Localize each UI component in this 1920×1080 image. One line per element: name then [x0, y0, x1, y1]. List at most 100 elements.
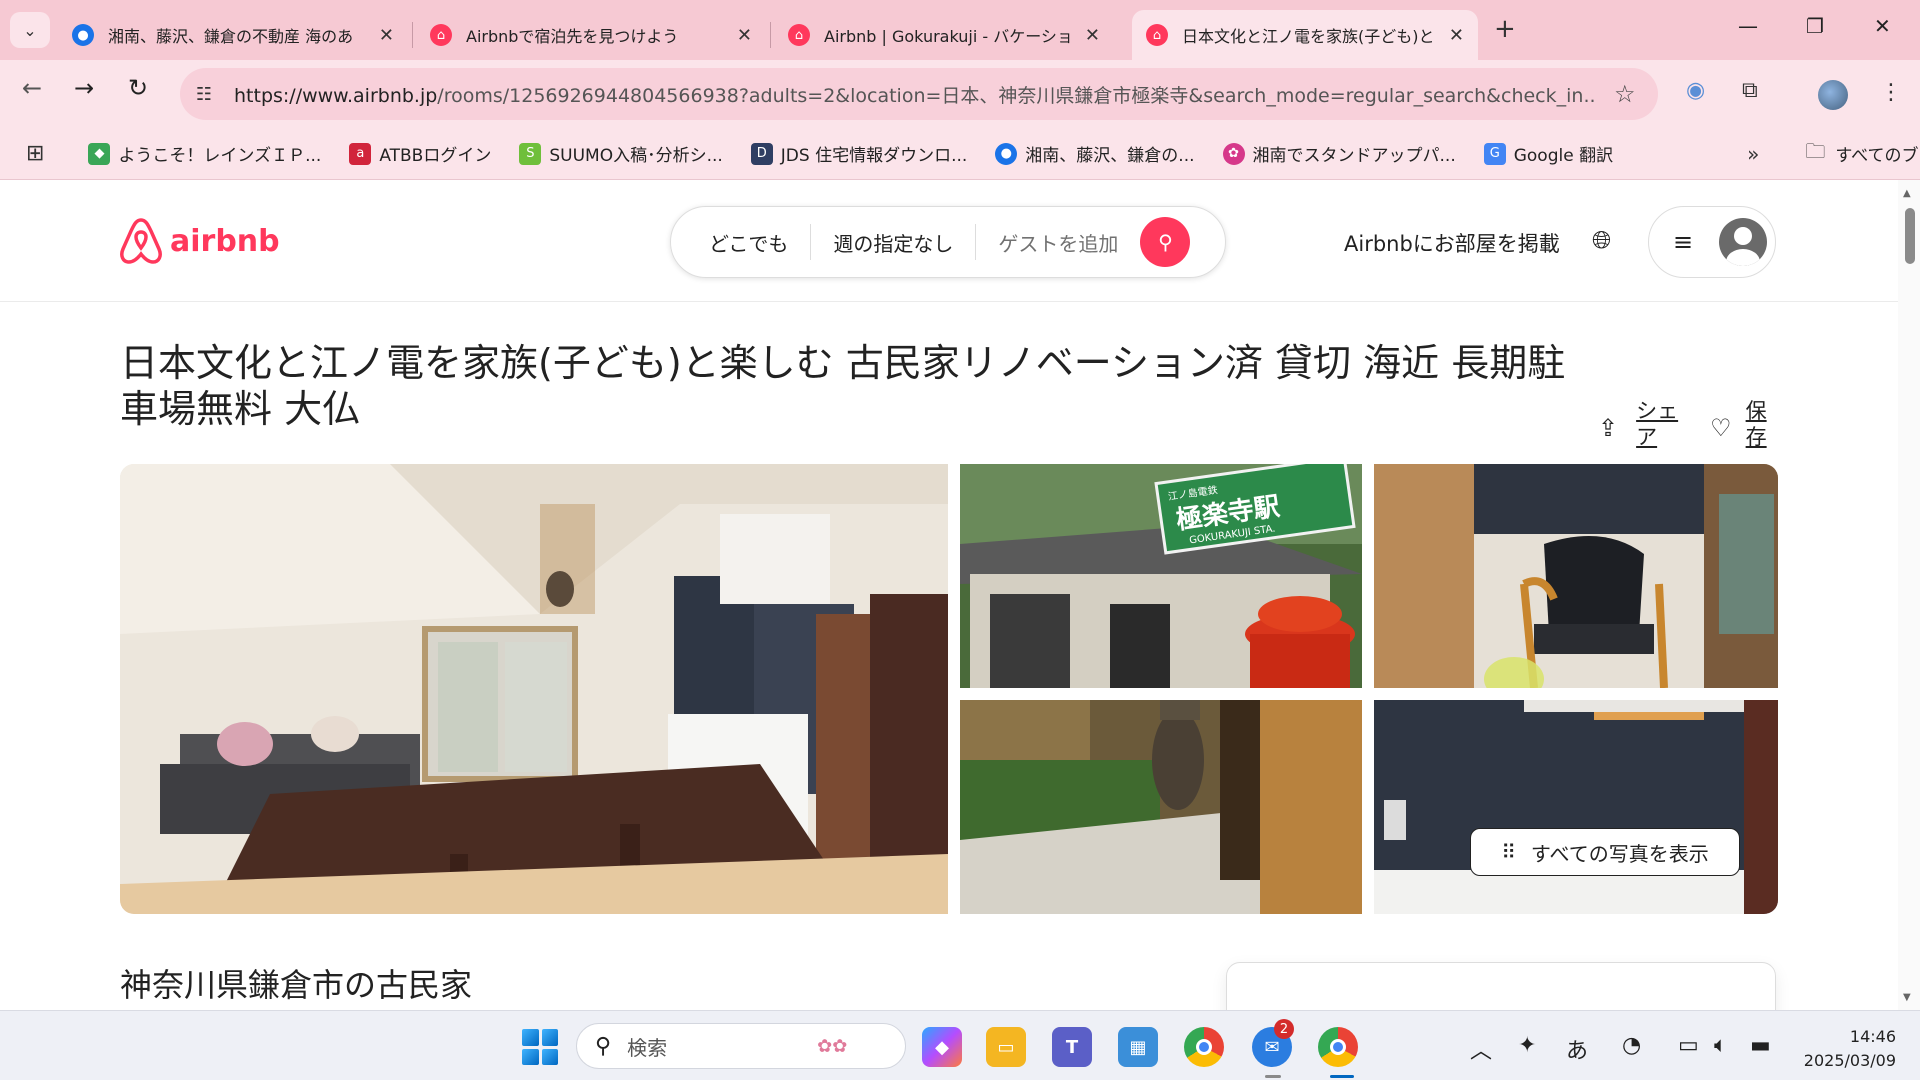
restore-icon[interactable]: ❐: [1806, 14, 1824, 38]
save-button[interactable]: ♡ 保存: [1710, 398, 1770, 450]
photo-armchair[interactable]: [1374, 464, 1778, 688]
back-icon[interactable]: ←: [22, 74, 42, 102]
folder-icon: 🗀: [1805, 138, 1826, 163]
scroll-down-icon[interactable]: ▼: [1903, 992, 1911, 1003]
new-tab-button[interactable]: +: [1494, 14, 1516, 44]
scroll-up-icon[interactable]: ▲: [1903, 188, 1911, 199]
bookmark-item[interactable]: ● 湘南、藤沢、鎌倉の...: [995, 141, 1195, 166]
browser-tab[interactable]: ⌂ Airbnbで宿泊先を見つけよう ✕: [416, 10, 766, 60]
search-bar[interactable]: どこでも 週の指定なし ゲストを追加 ⚲: [670, 206, 1226, 278]
control-panel-icon[interactable]: ▦: [1118, 1027, 1158, 1067]
site-header: airbnb どこでも 週の指定なし ゲストを追加 ⚲ Airbnbにお部屋を掲…: [0, 180, 1898, 302]
search-button[interactable]: ⚲: [1140, 217, 1191, 267]
focus-clock-icon[interactable]: ◔: [1622, 1033, 1641, 1058]
search-where[interactable]: どこでも: [671, 228, 810, 257]
tab-search-button[interactable]: ⌄: [10, 12, 50, 48]
windows-start-icon[interactable]: [522, 1029, 558, 1065]
garden-photo: [960, 700, 1362, 914]
show-all-photos-label: すべての写真を表示: [1530, 841, 1709, 866]
become-host-link[interactable]: Airbnbにお部屋を掲載: [1344, 228, 1560, 258]
forward-icon[interactable]: →: [74, 74, 94, 102]
photo-garden-path[interactable]: [960, 700, 1362, 914]
tab-divider: [770, 22, 771, 48]
chrome-icon[interactable]: [1184, 1027, 1224, 1067]
tab-title: 湘南、藤沢、鎌倉の不動産 海のあ: [108, 27, 354, 46]
close-tab-icon[interactable]: ✕: [1449, 25, 1464, 46]
booking-card: [1226, 962, 1776, 1010]
bookmark-item[interactable]: G Google 翻訳: [1483, 141, 1614, 166]
url-text[interactable]: https://www.airbnb.jp/rooms/125692694480…: [234, 81, 1594, 108]
file-explorer-icon[interactable]: ▭: [986, 1027, 1026, 1067]
chrome-menu-icon[interactable]: ⋮: [1880, 80, 1902, 105]
extensions-icon[interactable]: ⧉: [1742, 78, 1758, 103]
taskbar-search-placeholder: 検索: [627, 1035, 668, 1060]
clock-time: 14:46: [1849, 1027, 1896, 1046]
running-indicator: [1265, 1075, 1281, 1078]
copilot-icon[interactable]: ◆: [922, 1027, 962, 1067]
tab-strip: ⌄ ● 湘南、藤沢、鎌倉の不動産 海のあ ✕ ⌂ Airbnbで宿泊先を見つけよ…: [0, 0, 1920, 60]
battery-icon[interactable]: ▬: [1750, 1033, 1771, 1058]
browser-tab[interactable]: ⌂ Airbnb | Gokurakuji - バケーション ✕: [774, 10, 1114, 60]
browser-tab-active[interactable]: ⌂ 日本文化と江ノ電を家族(子ども)と ✕: [1132, 10, 1478, 60]
airbnb-favicon-icon: ⌂: [430, 24, 452, 46]
grid-dots-icon: ⠿: [1501, 840, 1517, 864]
bookmark-label: 湘南、藤沢、鎌倉の...: [1025, 146, 1195, 166]
dropbox-icon[interactable]: ✦: [1518, 1033, 1536, 1058]
bookmark-item[interactable]: a ATBBログイン: [349, 141, 491, 166]
taskbar-search[interactable]: ⚲ 検索 ✿✿: [576, 1023, 906, 1069]
network-icon[interactable]: ▭: [1678, 1033, 1699, 1058]
tab-title: Airbnbで宿泊先を見つけよう: [466, 27, 679, 46]
tray-overflow-icon[interactable]: ︿: [1470, 1033, 1492, 1065]
address-bar[interactable]: ☷ https://www.airbnb.jp/rooms/1256926944…: [180, 68, 1658, 120]
search-guests[interactable]: ゲストを追加: [976, 228, 1140, 257]
ime-indicator[interactable]: あ: [1566, 1033, 1588, 1065]
tab-divider: [412, 22, 413, 48]
user-menu-button[interactable]: ≡: [1648, 206, 1776, 278]
search-icon: ⚲: [595, 1033, 612, 1059]
search-when[interactable]: 週の指定なし: [811, 228, 975, 257]
windows-taskbar: ⚲ 検索 ✿✿ ◆ ▭ T ▦ ✉ 2 ︿ ✦ あ ◔ ▭ 🔈︎ ▬ 14:46…: [0, 1010, 1920, 1080]
more-bookmarks-icon[interactable]: »: [1747, 142, 1759, 166]
share-icon: ⇪: [1598, 414, 1619, 442]
close-tab-icon[interactable]: ✕: [737, 25, 752, 46]
bookmark-item[interactable]: ◆ ようこそ！レインズＩＰ...: [88, 141, 321, 166]
site-info-icon[interactable]: ☷: [186, 76, 222, 112]
airbnb-logo-icon: [120, 218, 162, 264]
close-window-icon[interactable]: ✕: [1874, 14, 1891, 38]
photo-kitchen[interactable]: [1374, 700, 1778, 914]
bookmark-label: ATBBログイン: [379, 146, 492, 166]
reins-icon: ◆: [88, 142, 111, 165]
language-globe-icon[interactable]: 🌐︎: [1592, 226, 1611, 254]
airbnb-logo[interactable]: airbnb: [118, 216, 280, 266]
bookmark-item[interactable]: ✿ 湘南でスタンドアップパ...: [1222, 141, 1456, 166]
reload-icon[interactable]: ↻: [128, 74, 148, 102]
system-clock[interactable]: 14:46 2025/03/09: [1798, 1025, 1896, 1073]
bookmark-item[interactable]: D JDS 住宅情報ダウンロ...: [750, 141, 968, 166]
scrollbar-thumb[interactable]: [1905, 208, 1915, 264]
apps-grid-icon[interactable]: ⊞: [26, 141, 44, 166]
photo-gokurakuji-station[interactable]: 江ノ島電鉄 極楽寺駅 GOKURAKUJI STA.: [960, 464, 1362, 688]
flower-icon: ✿: [1222, 142, 1245, 165]
chrome-profile-icon[interactable]: [1318, 1027, 1358, 1067]
close-tab-icon[interactable]: ✕: [1085, 25, 1100, 46]
airbnb-favicon-icon: ⌂: [1146, 24, 1168, 46]
notification-badge: 2: [1274, 1019, 1294, 1039]
bookmark-label: Google 翻訳: [1513, 146, 1614, 166]
show-all-photos-button[interactable]: ⠿ すべての写真を表示: [1470, 828, 1740, 876]
listing-subtitle: 神奈川県鎌倉市の古民家: [120, 966, 473, 1004]
photo-main-living-room[interactable]: [120, 464, 948, 914]
browser-tab[interactable]: ● 湘南、藤沢、鎌倉の不動産 海のあ ✕: [58, 10, 408, 60]
teams-icon[interactable]: T: [1052, 1027, 1092, 1067]
bookmark-label: JDS 住宅情報ダウンロ...: [780, 146, 968, 166]
lens-search-icon[interactable]: ◉: [1686, 78, 1705, 103]
page-scrollbar[interactable]: ▲ ▼: [1898, 180, 1920, 1010]
all-bookmarks-folder[interactable]: 🗀 すべてのブックマーク: [1805, 137, 1920, 171]
minimize-icon[interactable]: —: [1738, 14, 1758, 38]
url-host: https://www.airbnb.jp: [234, 84, 438, 107]
share-button[interactable]: ⇪ シェア: [1598, 398, 1678, 450]
volume-icon[interactable]: 🔈︎: [1714, 1033, 1727, 1058]
profile-avatar[interactable]: [1818, 80, 1848, 110]
bookmark-item[interactable]: S SUUMO入稿･分析シ...: [519, 141, 723, 166]
bookmark-star-icon[interactable]: ☆: [1614, 80, 1636, 108]
close-tab-icon[interactable]: ✕: [379, 25, 394, 46]
